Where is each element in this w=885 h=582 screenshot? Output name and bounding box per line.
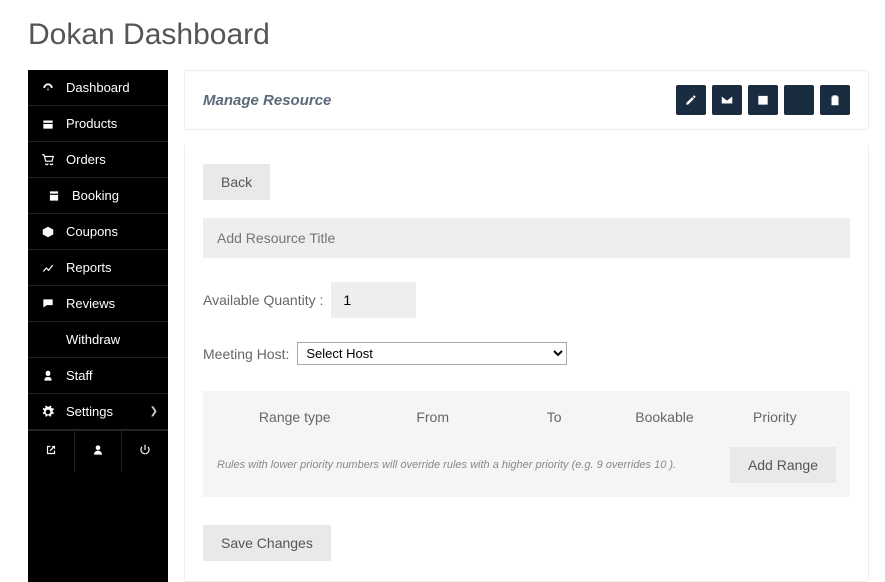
back-button[interactable]: Back xyxy=(203,164,270,200)
sidebar-item-label: Withdraw xyxy=(66,332,120,347)
chevron-right-icon: ❯ xyxy=(150,406,158,417)
clipboard-button[interactable] xyxy=(820,85,850,115)
sidebar-item-dashboard[interactable]: Dashboard xyxy=(28,70,168,106)
sidebar-item-label: Reviews xyxy=(66,296,115,311)
col-priority: Priority xyxy=(720,409,830,425)
sidebar-item-label: Coupons xyxy=(66,224,118,239)
sidebar-item-reports[interactable]: Reports xyxy=(28,250,168,286)
col-from: From xyxy=(366,409,498,425)
sidebar-item-withdraw[interactable]: Withdraw xyxy=(28,322,168,358)
save-row: Save Changes xyxy=(203,525,850,561)
sidebar-item-staff[interactable]: Staff xyxy=(28,358,168,394)
qty-row: Available Quantity : xyxy=(203,282,850,318)
external-link-button[interactable] xyxy=(28,431,75,472)
range-body: Rules with lower priority numbers will o… xyxy=(217,435,836,483)
profile-button[interactable] xyxy=(75,431,122,472)
action-buttons xyxy=(676,85,850,115)
coupons-icon xyxy=(40,225,56,239)
form-area: Back Available Quantity : Meeting Host: … xyxy=(184,144,869,582)
page-title: Dokan Dashboard xyxy=(0,0,885,70)
withdraw-icon xyxy=(40,333,56,347)
calendar-button[interactable] xyxy=(748,85,778,115)
dashboard-icon xyxy=(40,81,56,95)
booking-icon xyxy=(46,189,62,203)
mail-button[interactable] xyxy=(712,85,742,115)
qty-label: Available Quantity : xyxy=(203,292,323,308)
sidebar-item-label: Settings xyxy=(66,404,113,419)
staff-icon xyxy=(40,369,56,383)
sidebar-item-label: Orders xyxy=(66,152,106,167)
range-table: Range type From To Bookable Priority Rul… xyxy=(203,391,850,497)
panel-header: Manage Resource xyxy=(184,70,869,130)
col-range-type: Range type xyxy=(223,409,366,425)
host-label: Meeting Host: xyxy=(203,346,289,362)
sidebar-item-products[interactable]: Products xyxy=(28,106,168,142)
range-header: Range type From To Bookable Priority xyxy=(217,409,836,435)
qty-input[interactable] xyxy=(331,282,416,318)
reports-icon xyxy=(40,261,56,275)
power-icon xyxy=(137,443,153,457)
sidebar-item-label: Products xyxy=(66,116,117,131)
sidebar-item-label: Dashboard xyxy=(66,80,130,95)
sidebar-item-label: Booking xyxy=(72,188,119,203)
sidebar-item-booking[interactable]: Booking xyxy=(28,178,168,214)
list-button[interactable] xyxy=(784,85,814,115)
col-to: To xyxy=(499,409,609,425)
orders-icon xyxy=(40,153,56,167)
host-row: Meeting Host: Select Host xyxy=(203,342,850,365)
external-link-icon xyxy=(43,443,59,457)
sidebar-item-reviews[interactable]: Reviews xyxy=(28,286,168,322)
sidebar-item-orders[interactable]: Orders xyxy=(28,142,168,178)
sidebar-item-label: Reports xyxy=(66,260,112,275)
edit-button[interactable] xyxy=(676,85,706,115)
sidebar: Dashboard Products Orders Booking Coupon… xyxy=(28,70,168,582)
priority-hint: Rules with lower priority numbers will o… xyxy=(217,459,676,471)
host-select[interactable]: Select Host xyxy=(297,342,567,365)
reviews-icon xyxy=(40,297,56,311)
user-icon xyxy=(90,443,106,457)
sidebar-item-settings[interactable]: Settings ❯ xyxy=(28,394,168,430)
products-icon xyxy=(40,117,56,131)
settings-icon xyxy=(40,405,56,419)
save-button[interactable]: Save Changes xyxy=(203,525,331,561)
col-bookable: Bookable xyxy=(609,409,719,425)
main-content: Manage Resource Back Available Quantity … xyxy=(168,70,885,582)
sidebar-footer xyxy=(28,430,168,472)
sidebar-item-coupons[interactable]: Coupons xyxy=(28,214,168,250)
panel-title: Manage Resource xyxy=(203,92,331,109)
resource-title-input[interactable] xyxy=(203,218,850,258)
sidebar-item-label: Staff xyxy=(66,368,93,383)
power-button[interactable] xyxy=(122,431,168,472)
add-range-button[interactable]: Add Range xyxy=(730,447,836,483)
